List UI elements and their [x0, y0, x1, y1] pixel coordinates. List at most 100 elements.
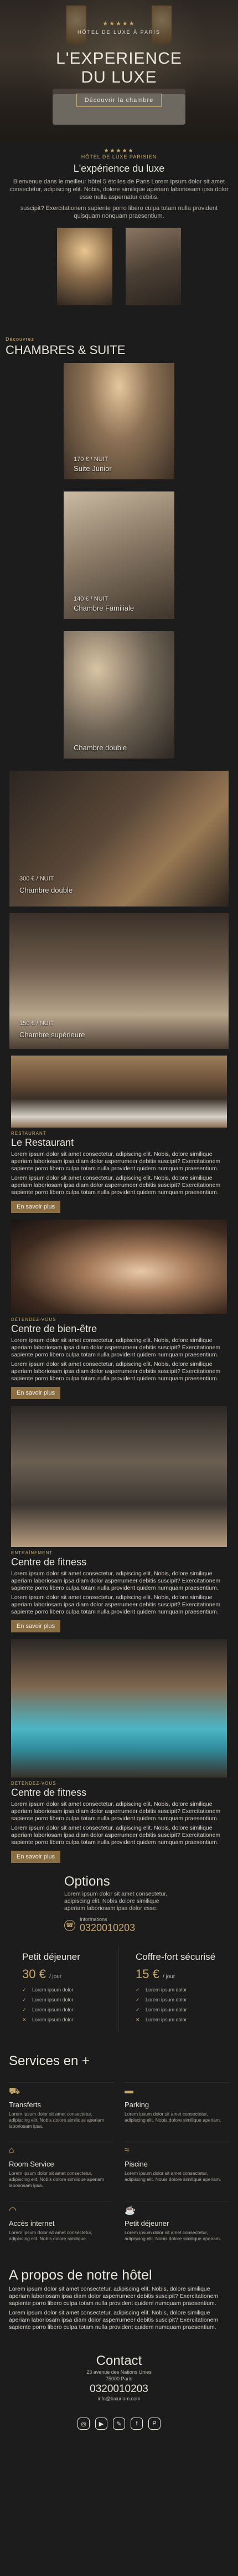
instagram-icon[interactable]: ◎	[77, 2418, 90, 2430]
pinterest-icon[interactable]: P	[148, 2418, 161, 2430]
fitness-section: ENTRAÎNEMENT Centre de fitness Lorem ips…	[0, 1406, 238, 1632]
fitness-paragraph: Lorem ipsum dolor sit amet consectetur, …	[11, 1594, 221, 1615]
room-name: Chambre supérieure	[19, 1031, 85, 1039]
service-text: Lorem ipsum dolor sit amet consectetur, …	[125, 2170, 221, 2182]
intro-title: L'expérience du luxe	[73, 163, 165, 174]
hero-title-line1: L'EXPERIENCE	[56, 49, 182, 68]
restaurant-title: Le Restaurant	[11, 1137, 74, 1148]
phone-icon: ☎	[64, 1919, 75, 1931]
option-item: ✓ Lorem ipsum dolor	[22, 1986, 74, 1993]
pool-icon: ≈	[125, 2145, 130, 2155]
service-text: Lorem ipsum dolor sit amet consectetur, …	[125, 2230, 221, 2241]
options-cards: Petit déjeuner 30 € / jour ✓ Lorem ipsum …	[0, 1934, 238, 2032]
restaurant-more-button[interactable]: En savoir plus	[11, 1201, 61, 1213]
footer-phone[interactable]: 0320010203	[0, 2383, 238, 2395]
pool-kicker: DÉTENDEZ-VOUS	[11, 1781, 56, 1786]
service-name: Accès internet	[9, 2219, 55, 2227]
pool-title: Centre de fitness	[11, 1787, 87, 1798]
cross-icon: ✕	[136, 2016, 140, 2022]
twitter-icon[interactable]: ✎	[113, 2418, 125, 2430]
check-icon: ✓	[136, 1996, 140, 2003]
intro-paragraph: Bienvenue dans le meilleur hôtel 5 étoil…	[9, 178, 229, 201]
hero-kicker: HÔTEL DE LUXE À PARIS	[77, 29, 161, 35]
options-title: Options	[64, 1874, 110, 1889]
hero-title-line2: DU LUXE	[81, 68, 157, 86]
option-item: ✓ Lorem ipsum dolor	[136, 2006, 187, 2013]
footer-email[interactable]: info@luxuriam.com	[0, 2395, 238, 2402]
service-text: Lorem ipsum dolor sit amet consectetur, …	[9, 2170, 104, 2188]
intro-image	[57, 228, 112, 305]
spa-paragraph: Lorem ipsum dolor sit amet consectetur, …	[11, 1361, 221, 1382]
about-section: A propos de notre hôtel Lorem ipsum dolo…	[0, 2254, 238, 2331]
option-price: 30 € / jour	[22, 1967, 62, 1981]
services-title: Services en +	[9, 2053, 90, 2068]
wifi-icon: ◠	[9, 2206, 17, 2215]
service-name: Room Service	[9, 2160, 54, 2168]
room-card[interactable]: 300 € / NUIT Chambre double	[9, 771, 229, 907]
room-card[interactable]: 140 € / NUIT Chambre Familiale	[64, 491, 174, 619]
room-card[interactable]: 150 € / NUIT Chambre supérieure	[9, 913, 229, 1049]
service-name: Transferts	[9, 2101, 42, 2109]
check-icon: ✓	[22, 2006, 27, 2012]
intro-paragraph: suscipit? Exercitationem sapiente porro …	[20, 205, 218, 219]
fitness-more-button[interactable]: En savoir plus	[11, 1620, 61, 1632]
intro-stars: ★★★★★	[104, 148, 134, 154]
room-price: 300 € / NUIT	[19, 875, 54, 882]
check-icon: ✓	[136, 1986, 140, 1993]
room-name: Chambre double	[74, 744, 127, 752]
service-text: Lorem ipsum dolor sit amet consectetur, …	[125, 2111, 221, 2123]
hero-stars: ★★★★★	[102, 21, 136, 27]
service-internet: ◠ Accès internet Lorem ipsum dolor sit a…	[9, 2201, 113, 2254]
room-price: 170 € / NUIT	[74, 456, 108, 463]
facebook-icon[interactable]: f	[131, 2418, 143, 2430]
rooms-title: CHAMBRES & SUITE	[6, 343, 126, 357]
room-card[interactable]: 170 € / NUIT Suite Junior	[64, 363, 174, 479]
spa-section: DÉTENDEZ-VOUS Centre de bien-être Lorem …	[0, 1220, 238, 1399]
fitness-title: Centre de fitness	[11, 1556, 87, 1568]
room-card[interactable]: Chambre double	[64, 631, 174, 759]
check-icon: ✓	[22, 1986, 27, 1993]
option-item: ✓ Lorem ipsum dolor	[22, 1996, 74, 2003]
about-paragraph: Lorem ipsum dolor sit amet consectetur, …	[9, 2309, 219, 2331]
option-card-safe[interactable]: Coffre-fort sécurisé 15 € / jour ✓ Lorem …	[119, 1947, 238, 2032]
service-pool: ≈ Piscine Lorem ipsum dolor sit amet con…	[125, 2142, 229, 2201]
room-price: 150 € / NUIT	[19, 1020, 54, 1027]
restaurant-image	[11, 1056, 227, 1128]
option-card-breakfast[interactable]: Petit déjeuner 30 € / jour ✓ Lorem ipsum …	[0, 1947, 119, 2032]
coffee-icon: ☕	[125, 2206, 136, 2215]
option-item: ✕ Lorem ipsum dolor	[22, 2016, 74, 2023]
hero-title: L'EXPERIENCE DU LUXE	[0, 49, 238, 87]
pool-paragraph: Lorem ipsum dolor sit amet consectetur, …	[11, 1825, 221, 1846]
room-name: Chambre Familiale	[74, 604, 134, 612]
room-price: 140 € / NUIT	[74, 596, 108, 602]
spa-image	[11, 1220, 227, 1314]
option-item: ✕ Lorem ipsum dolor	[136, 2016, 187, 2023]
service-text: Lorem ipsum dolor sit amet consectetur, …	[9, 2230, 92, 2241]
pool-more-button[interactable]: En savoir plus	[11, 1851, 61, 1863]
restaurant-section: RESTAURANT Le Restaurant Lorem ipsum dol…	[0, 1056, 238, 1213]
parking-icon: ▬	[125, 2086, 133, 2096]
address-line: 75000 Paris	[105, 2376, 133, 2382]
intro-image	[126, 228, 181, 305]
service-breakfast: ☕ Petit déjeuner Lorem ipsum dolor sit a…	[125, 2201, 229, 2254]
option-item: ✓ Lorem ipsum dolor	[22, 2006, 74, 2013]
check-icon: ✓	[136, 2006, 140, 2012]
spa-title: Centre de bien-être	[11, 1323, 97, 1334]
option-item: ✓ Lorem ipsum dolor	[136, 1996, 187, 2003]
check-icon: ✓	[22, 1996, 27, 2003]
spa-paragraph: Lorem ipsum dolor sit amet consectetur, …	[11, 1337, 221, 1358]
options-section: Options Lorem ipsum dolor sit amet conse…	[0, 1863, 238, 1934]
info-phone: 0320010203	[80, 1922, 136, 1933]
restaurant-paragraph: Lorem ipsum dolor sit amet consectetur, …	[11, 1151, 221, 1172]
option-title: Coffre-fort sécurisé	[136, 1952, 216, 1962]
options-text: Lorem ipsum dolor sit amet consectetur, …	[64, 1891, 168, 1912]
intro-label: HÔTEL DE LUXE PARISIEN	[81, 154, 157, 160]
youtube-icon[interactable]: ▶	[95, 2418, 107, 2430]
spa-more-button[interactable]: En savoir plus	[11, 1387, 61, 1399]
discover-room-button[interactable]: Découvrir la chambre	[76, 94, 162, 107]
room-name: Chambre double	[19, 886, 73, 894]
service-name: Parking	[125, 2101, 149, 2109]
info-contact[interactable]: ☎ Informations 0320010203	[64, 1917, 238, 1934]
car-icon: ⛟	[9, 2087, 20, 2096]
social-links: ◎ ▶ ✎ f P	[0, 2418, 238, 2430]
